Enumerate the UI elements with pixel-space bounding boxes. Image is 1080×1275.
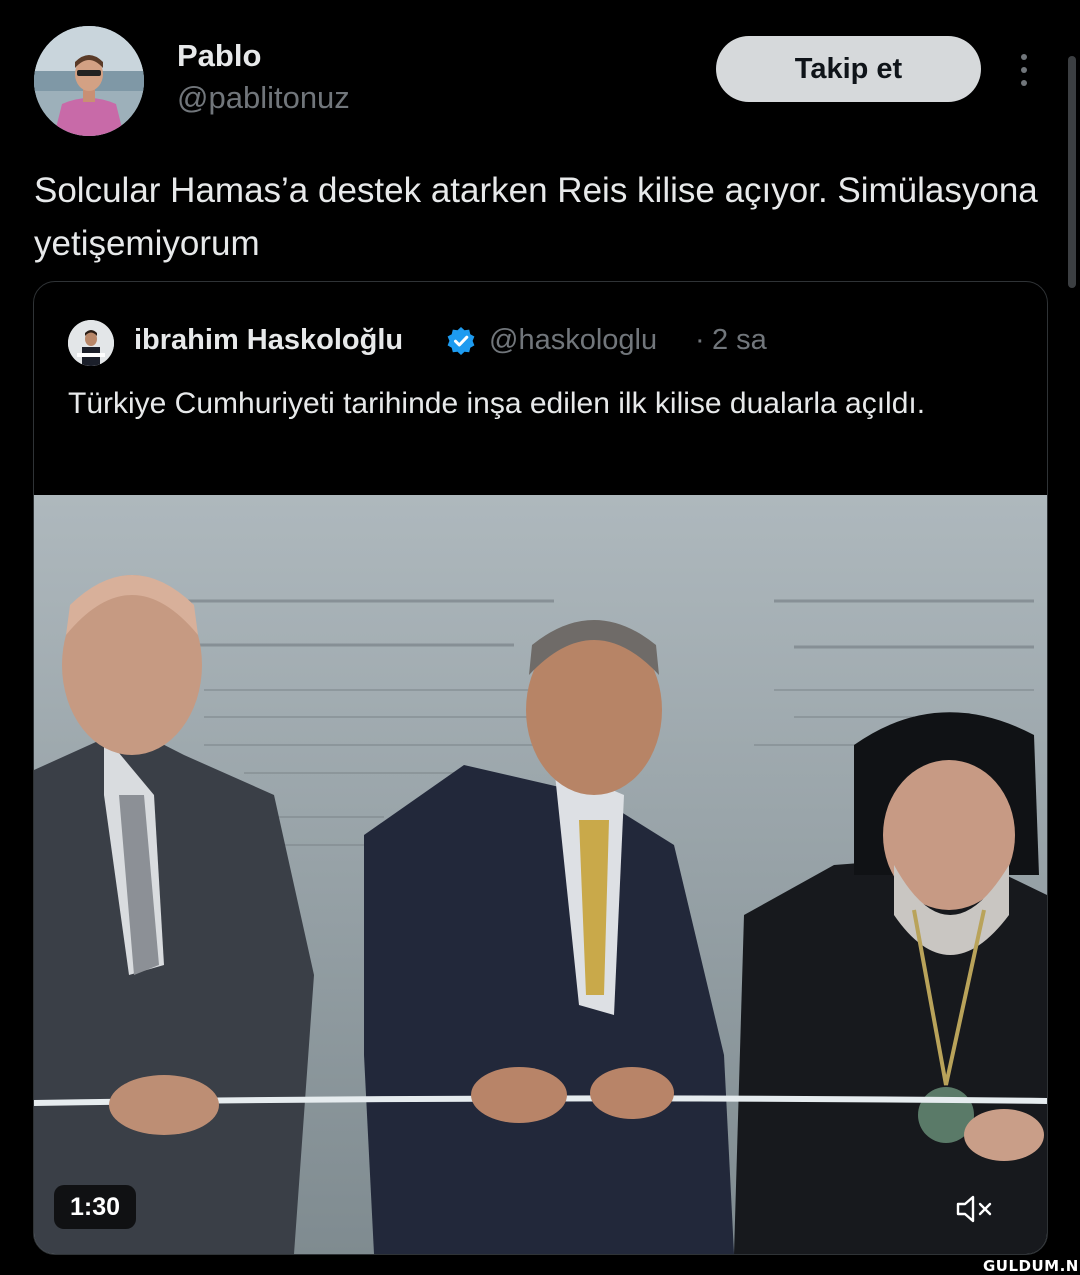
- site-watermark: GULDUM.NET: [983, 1257, 1080, 1275]
- quoted-author-display-name[interactable]: ibrahim Haskoloğlu: [134, 324, 403, 357]
- meta-separator: ·: [695, 324, 705, 356]
- author-display-name[interactable]: Pablo: [177, 38, 261, 74]
- video-duration: 1:30: [54, 1185, 136, 1229]
- video-frame: [34, 495, 1047, 1254]
- author-handle[interactable]: @pablitonuz: [177, 80, 350, 116]
- follow-button[interactable]: Takip et: [716, 36, 981, 102]
- speaker-muted-icon[interactable]: [949, 1187, 1001, 1231]
- author-avatar[interactable]: [34, 26, 144, 136]
- quoted-tweet-timestamp[interactable]: 2 sa: [712, 324, 767, 357]
- video-player[interactable]: 1:30: [34, 495, 1047, 1254]
- verified-badge-icon: [445, 325, 477, 357]
- quoted-tweet-card[interactable]: ibrahim Haskoloğlu @haskologlu · 2 sa Tü…: [33, 281, 1048, 1255]
- scrollbar[interactable]: [1068, 56, 1076, 288]
- quoted-author-avatar[interactable]: [68, 320, 114, 366]
- quoted-author-handle[interactable]: @haskologlu: [489, 324, 657, 357]
- more-options-icon[interactable]: [1010, 50, 1038, 90]
- tweet-text: Solcular Hamas’a destek atarken Reis kil…: [34, 171, 1038, 263]
- quoted-tweet-text: Türkiye Cumhuriyeti tarihinde inşa edile…: [68, 387, 926, 420]
